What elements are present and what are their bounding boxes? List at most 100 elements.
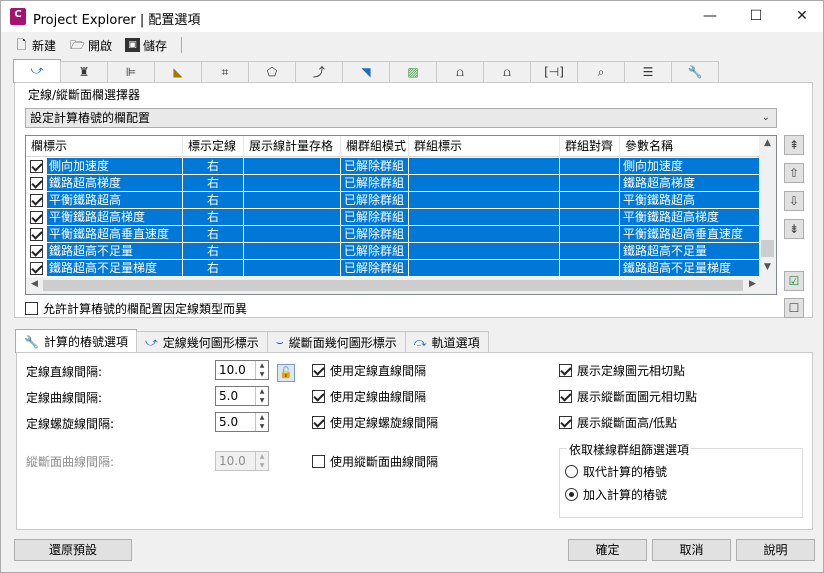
scroll-down-icon[interactable]: ▼	[759, 262, 776, 272]
cell-param-name[interactable]: 鐵路超高不足量	[620, 243, 761, 260]
table-row[interactable]: 平衡鐵路超高右已解除群組 平衡鐵路超高	[26, 192, 761, 209]
map-tab[interactable]: ▨	[389, 61, 437, 83]
replace-stations-radio[interactable]	[565, 465, 578, 478]
cell-column-label[interactable]: 鐵路超高梯度	[26, 175, 183, 192]
cell-show-line[interactable]	[244, 192, 341, 209]
cell-column-label[interactable]: 平衡鐵路超高垂直速度	[26, 226, 183, 243]
horizontal-scrollbar[interactable]: ◀ ▶	[26, 277, 761, 294]
cell-group-mode[interactable]: 已解除群組	[341, 260, 409, 277]
cell-group-mode[interactable]: 已解除群組	[341, 226, 409, 243]
header-column-label[interactable]: 欄標示	[26, 136, 183, 157]
cell-param-name[interactable]: 鐵路超高梯度	[620, 175, 761, 192]
use-curve-row[interactable]: 使用定線曲線間隔	[312, 388, 426, 405]
cell-label-alignment[interactable]: 右	[183, 226, 244, 243]
row-checkbox[interactable]	[30, 210, 43, 224]
row-checkbox[interactable]	[30, 261, 43, 275]
cell-param-name[interactable]: 平衡鐵路超高梯度	[620, 209, 761, 226]
row-checkbox[interactable]	[30, 193, 43, 207]
save-button[interactable]: ▣ 儲存	[125, 36, 167, 54]
scroll-up-icon[interactable]: ▲	[759, 138, 776, 148]
bracket-tab[interactable]: [⊣]	[530, 61, 578, 83]
lock-icon[interactable]: 🔓	[277, 364, 295, 382]
table-row[interactable]: 平衡鐵路超高梯度右已解除群組 平衡鐵路超高梯度	[26, 209, 761, 226]
cell-label-alignment[interactable]: 右	[183, 243, 244, 260]
cell-group-label[interactable]	[409, 192, 560, 209]
cell-group-align[interactable]	[560, 226, 620, 243]
cell-show-line[interactable]	[244, 243, 341, 260]
show-profile-tangent-row[interactable]: 展示縱斷面圖元相切點	[559, 388, 697, 405]
table-row[interactable]: 鐵路超高不足量梯度右已解除群組 鐵路超高不足量梯度	[26, 260, 761, 277]
spiral-interval-stepper[interactable]: 5.0 ▲ ▼	[215, 412, 269, 432]
use-curve-checkbox[interactable]	[312, 390, 325, 403]
cell-group-label[interactable]	[409, 243, 560, 260]
cell-group-mode[interactable]: 已解除群組	[341, 243, 409, 260]
cell-group-mode[interactable]: 已解除群組	[341, 192, 409, 209]
cell-param-name[interactable]: 平衡鐵路超高	[620, 192, 761, 209]
cell-group-align[interactable]	[560, 243, 620, 260]
vertical-scroll-thumb[interactable]	[761, 240, 774, 257]
cell-group-align[interactable]	[560, 209, 620, 226]
spin-arrows-icon[interactable]: ▲ ▼	[255, 361, 268, 379]
table-row[interactable]: 鐵路超高梯度右已解除群組 鐵路超高梯度	[26, 175, 761, 192]
use-spiral-checkbox[interactable]	[312, 416, 325, 429]
horizontal-scroll-thumb[interactable]	[43, 280, 743, 291]
cell-group-mode[interactable]: 已解除群組	[341, 158, 409, 175]
tab-profile-geometry[interactable]: ⌣ 縱斷面幾何圖形標示	[266, 331, 406, 353]
move-up-button[interactable]: ⇧	[784, 163, 804, 183]
curve-interval-stepper[interactable]: 5.0 ▲ ▼	[215, 386, 269, 406]
surface-tab[interactable]: ⬠	[248, 61, 296, 83]
cell-param-name[interactable]: 平衡鐵路超高垂直速度	[620, 226, 761, 243]
road-tab[interactable]: ◣	[154, 61, 202, 83]
show-high-low-row[interactable]: 展示縱斷面高/低點	[559, 414, 677, 431]
structure-tab[interactable]: ⩍	[436, 61, 484, 83]
straight-interval-stepper[interactable]: 10.0 ▲ ▼	[215, 360, 269, 380]
table-row[interactable]: 側向加速度右已解除群組 側向加速度	[26, 158, 761, 175]
cell-show-line[interactable]	[244, 175, 341, 192]
cell-show-line[interactable]	[244, 209, 341, 226]
help-button[interactable]: 說明	[736, 539, 815, 561]
show-high-low-checkbox[interactable]	[559, 416, 572, 429]
spin-arrows-icon[interactable]: ▲ ▼	[255, 413, 268, 431]
uncheck-all-button[interactable]: ☐	[784, 298, 804, 318]
cell-group-label[interactable]	[409, 175, 560, 192]
cell-label-alignment[interactable]: 右	[183, 175, 244, 192]
alignment-curve-tab[interactable]: ⤻	[13, 59, 61, 83]
use-spiral-row[interactable]: 使用定線螺旋線間隔	[312, 414, 438, 431]
cell-group-label[interactable]	[409, 260, 560, 277]
cell-group-mode[interactable]: 已解除群組	[341, 209, 409, 226]
row-checkbox[interactable]	[30, 176, 43, 190]
new-button[interactable]: 🗋 新建	[14, 36, 56, 54]
cell-label-alignment[interactable]: 右	[183, 260, 244, 277]
use-profile-checkbox[interactable]	[312, 455, 325, 468]
check-all-button[interactable]: ☑	[784, 271, 804, 291]
tab-track-options[interactable]: ⤼ 軌道選項	[404, 331, 489, 353]
cell-column-label[interactable]: 側向加速度	[26, 158, 183, 175]
row-checkbox[interactable]	[30, 159, 43, 173]
move-top-button[interactable]: ⇞	[784, 135, 804, 155]
cell-group-align[interactable]	[560, 260, 620, 277]
replace-stations-row[interactable]: 取代計算的樁號	[565, 463, 667, 480]
minimize-button[interactable]: —	[687, 1, 733, 32]
header-group-label[interactable]: 群組標示	[409, 136, 560, 157]
cell-show-line[interactable]	[244, 158, 341, 175]
header-label-alignment[interactable]: 標示定線	[183, 136, 244, 157]
row-checkbox[interactable]	[30, 227, 43, 241]
tab-calc-stations[interactable]: 🔧 計算的樁號選項	[15, 329, 137, 353]
cell-show-line[interactable]	[244, 226, 341, 243]
profile-tab[interactable]: ⊫	[107, 61, 155, 83]
wrench-tab[interactable]: 🔧	[671, 61, 719, 83]
table-row[interactable]: 鐵路超高不足量右已解除群組 鐵路超高不足量	[26, 243, 761, 260]
cell-label-alignment[interactable]: 右	[183, 158, 244, 175]
cell-group-label[interactable]	[409, 209, 560, 226]
show-align-tangent-checkbox[interactable]	[559, 364, 572, 377]
spin-arrows-icon[interactable]: ▲ ▼	[255, 387, 268, 405]
allow-per-alignment-row[interactable]: 允許計算樁號的欄配置因定線類型而異	[25, 300, 247, 317]
cell-column-label[interactable]: 鐵路超高不足量	[26, 243, 183, 260]
close-button[interactable]: ✕	[779, 1, 824, 32]
cell-label-alignment[interactable]: 右	[183, 192, 244, 209]
column-config-combo[interactable]: 設定計算樁號的欄配置 ⌄	[25, 108, 777, 128]
show-align-tangent-row[interactable]: 展示定線圖元相切點	[559, 362, 685, 379]
cell-column-label[interactable]: 平衡鐵路超高梯度	[26, 209, 183, 226]
add-stations-radio[interactable]	[565, 488, 578, 501]
cell-group-align[interactable]	[560, 175, 620, 192]
